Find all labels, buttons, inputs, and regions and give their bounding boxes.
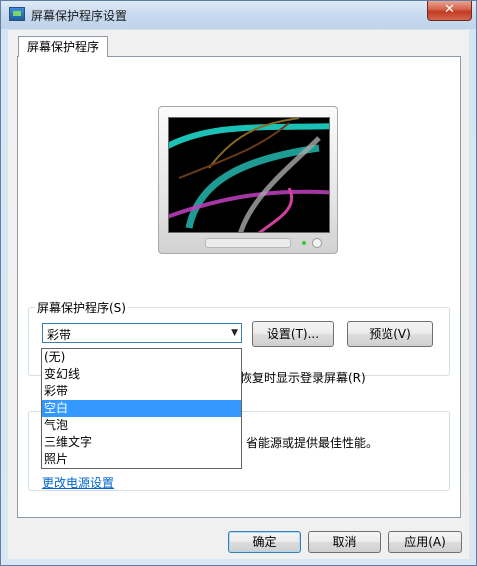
screensaver-settings-window: 屏幕保护程序设置 ✕ 屏幕保护程序 屏幕保护程序(S) 彩带 ▼ 设置(T)..… [0, 0, 477, 566]
close-button[interactable]: ✕ [427, 1, 472, 21]
screensaver-group-label: 屏幕保护程序(S) [35, 299, 128, 316]
power-description: 省能源或提供最佳性能。 [246, 436, 379, 450]
list-item[interactable]: 变幻线 [42, 366, 241, 383]
list-item[interactable]: 彩带 [42, 383, 241, 400]
list-item[interactable]: 照片 [42, 451, 241, 468]
settings-button[interactable]: 设置(T)... [252, 321, 334, 347]
power-button-icon [312, 238, 322, 248]
screensaver-dropdown-list[interactable]: (无) 变幻线 彩带 空白 气泡 三维文字 照片 [41, 348, 242, 469]
monitor-bezel-bar [205, 238, 291, 248]
chevron-down-icon[interactable]: ▼ [231, 328, 238, 338]
list-item[interactable]: (无) [42, 349, 241, 366]
preview-screen [168, 117, 330, 233]
change-power-settings-link[interactable]: 更改电源设置 [42, 474, 114, 491]
ribbons-preview-image [169, 118, 329, 232]
title-bar[interactable]: 屏幕保护程序设置 ✕ [1, 1, 476, 29]
display-settings-icon [9, 7, 25, 21]
list-item-highlighted[interactable]: 空白 [42, 400, 241, 417]
list-item[interactable]: 气泡 [42, 417, 241, 434]
screensaver-select-value: 彩带 [47, 328, 72, 342]
monitor-preview [158, 106, 338, 254]
list-item[interactable]: 三维文字 [42, 434, 241, 451]
tab-screensaver[interactable]: 屏幕保护程序 [18, 36, 109, 57]
dialog-client-area: 屏幕保护程序 屏幕保护程序(S) 彩带 ▼ 设置(T)... 预览(V) 恢复时… [8, 30, 469, 559]
power-led-icon [302, 241, 306, 245]
window-title: 屏幕保护程序设置 [31, 9, 128, 23]
cancel-button[interactable]: 取消 [308, 531, 381, 553]
ok-button[interactable]: 确定 [228, 531, 301, 553]
screensaver-select[interactable]: 彩带 ▼ [42, 323, 242, 343]
apply-button[interactable]: 应用(A) [388, 531, 462, 553]
resume-login-checkbox-label[interactable]: 恢复时显示登录屏幕(R) [240, 369, 366, 386]
preview-button[interactable]: 预览(V) [347, 321, 433, 347]
